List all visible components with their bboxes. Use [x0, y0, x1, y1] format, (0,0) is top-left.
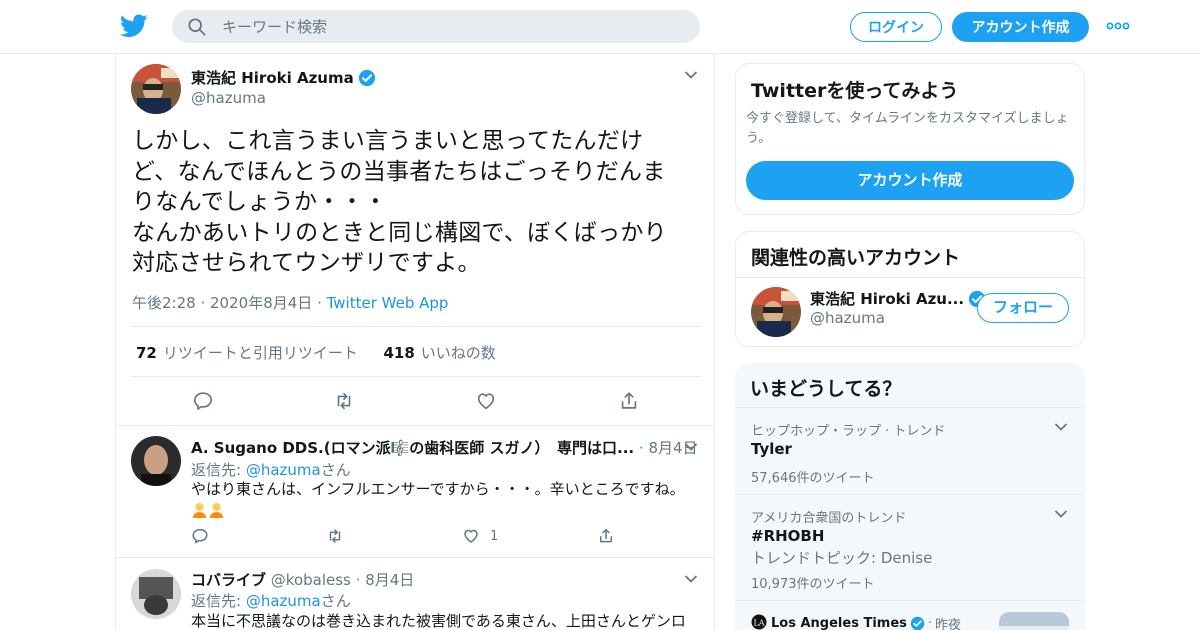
trend-count: 57,646件のツイート	[751, 471, 875, 486]
signup-button[interactable]: アカウント作成	[952, 12, 1089, 42]
card-title: いまどうしてる？	[750, 378, 902, 400]
chevron-down-icon[interactable]	[684, 574, 698, 584]
trends-card: いまどうしてる？ ヒップホップ・ラップ · トレンド Tyler 57,646件…	[735, 363, 1085, 630]
display-name: 東浩紀 Hiroki Azuma	[191, 69, 354, 87]
tweet-stats: 72 リツイートと引用リツイート 418 いいねの数	[136, 342, 496, 363]
search-input[interactable]	[222, 10, 682, 43]
person-emoji-icon	[191, 501, 208, 518]
related-accounts-card: 関連性の高いアカウント 東浩紀 Hiroki Azu... @hazuma フォ…	[735, 231, 1085, 347]
like-icon[interactable]	[462, 527, 480, 545]
separator: ·	[317, 294, 327, 312]
trend-context: ヒップホップ・ラップ · トレンド	[751, 424, 946, 439]
tweet-column: 東浩紀 Hiroki Azuma @hazuma しかし、これ言うまい言うまいと…	[115, 54, 715, 630]
share-icon[interactable]	[597, 527, 615, 545]
like-stat[interactable]: 418 いいねの数	[383, 344, 495, 362]
avatar[interactable]	[751, 287, 801, 337]
reply-to-link[interactable]: @hazuma	[246, 592, 321, 610]
reply-text: 本当に不思議なのは巻き込まれた被害側である東さん、上田さんとゲンロ	[191, 612, 686, 630]
card-title: Twitterを使ってみよう	[751, 80, 959, 102]
person-emoji-icon	[208, 501, 225, 518]
trend-item[interactable]: ヒップホップ・ラップ · トレンド Tyler 57,646件のツイート	[735, 407, 1084, 494]
card-title: 関連性の高いアカウント	[751, 247, 961, 269]
twitter-logo-icon[interactable]	[120, 13, 148, 39]
tweet-text: しかし、これ言うまい言うまいと思ってたんだけ ど、なんでほんとうの当事者たちはご…	[132, 128, 667, 276]
like-icon[interactable]	[475, 390, 497, 412]
reply-to: 返信先: @hazumaさん	[191, 592, 351, 610]
trend-context: アメリカ合衆国のトレンド	[751, 511, 907, 526]
related-account-name[interactable]: 東浩紀 Hiroki Azu...	[810, 288, 986, 309]
reply-icon[interactable]	[192, 390, 214, 412]
reply-tweet[interactable]: A. Sugano DDS.(ロマン派🎼の歯科医師 スガノ） 専門は口... ·…	[116, 425, 714, 557]
verified-badge-icon	[358, 69, 375, 86]
verified-badge-icon	[910, 616, 925, 630]
divider	[131, 326, 701, 327]
tweet-source[interactable]: Twitter Web App	[327, 294, 449, 312]
search-icon	[188, 18, 206, 36]
reply-author[interactable]: A. Sugano DDS.(ロマン派🎼の歯科医師 スガノ） 専門は口... ·…	[191, 437, 698, 458]
reply-text: やはり東さんは、インフルエンサーですから・・・。辛いところですね。	[191, 479, 696, 525]
separator: ·	[200, 294, 211, 312]
tweet-date[interactable]: 2020年8月4日	[210, 294, 312, 312]
like-count: 1	[490, 529, 499, 544]
avatar-image	[751, 287, 801, 337]
divider	[736, 277, 1084, 278]
trend-name: #RHOBH	[751, 527, 825, 545]
signup-button[interactable]: アカウント作成	[746, 161, 1074, 200]
chevron-down-icon[interactable]	[1054, 422, 1068, 432]
top-bar: ログイン アカウント作成	[0, 0, 1200, 54]
trend-name: Tyler	[751, 440, 792, 458]
chevron-down-icon[interactable]	[1054, 509, 1068, 519]
reply-author[interactable]: コバライブ @kobaless · 8月4日	[191, 569, 414, 590]
chevron-down-icon[interactable]	[684, 442, 698, 452]
avatar[interactable]	[131, 569, 181, 619]
share-icon[interactable]	[618, 390, 640, 412]
trend-subtitle: トレンドトピック: Denise	[751, 549, 933, 567]
reply-icon[interactable]	[191, 527, 209, 545]
card-description: 今すぐ登録して、タイムラインをカスタマイズしましょ う。	[746, 111, 1069, 146]
retweet-icon[interactable]	[333, 390, 355, 412]
tweet-handle[interactable]: @hazuma	[191, 89, 266, 107]
reply-tweet[interactable]: コバライブ @kobaless · 8月4日 返信先: @hazumaさん 本当…	[116, 557, 714, 630]
avatar-image	[131, 436, 181, 486]
avatar-image	[131, 64, 181, 114]
login-button[interactable]: ログイン	[850, 12, 942, 42]
more-options-icon[interactable]	[1106, 20, 1130, 32]
news-item[interactable]: LA Los Angeles Times · 昨夜	[735, 600, 1084, 630]
news-source-logo-icon: LA	[751, 614, 767, 630]
avatar[interactable]	[131, 64, 181, 114]
retweet-icon[interactable]	[326, 527, 344, 545]
avatar-image	[131, 569, 181, 619]
tweet-meta: 午後2:28 · 2020年8月4日 · Twitter Web App	[132, 292, 448, 313]
avatar[interactable]	[131, 436, 181, 486]
tweet-time[interactable]: 午後2:28	[132, 294, 196, 312]
signup-prompt-card: Twitterを使ってみよう 今すぐ登録して、タイムラインをカスタマイズしましょ…	[735, 63, 1085, 215]
news-thumbnail	[999, 612, 1069, 630]
tweet-author[interactable]: 東浩紀 Hiroki Azuma	[191, 67, 376, 88]
news-source: Los Angeles Times · 昨夜	[771, 616, 962, 630]
divider	[131, 376, 701, 377]
trend-item[interactable]: アメリカ合衆国のトレンド #RHOBH トレンドトピック: Denise 10,…	[735, 494, 1084, 600]
search-box	[172, 10, 700, 43]
chevron-down-icon[interactable]	[684, 70, 698, 80]
reply-to-link[interactable]: @hazuma	[246, 461, 321, 479]
trend-count: 10,973件のツイート	[751, 577, 875, 592]
reply-to: 返信先: @hazumaさん	[191, 461, 351, 479]
svg-text:LA: LA	[753, 619, 764, 628]
follow-button[interactable]: フォロー	[977, 293, 1069, 323]
retweet-stat[interactable]: 72 リツイートと引用リツイート	[136, 344, 358, 362]
related-account-handle[interactable]: @hazuma	[810, 309, 885, 327]
